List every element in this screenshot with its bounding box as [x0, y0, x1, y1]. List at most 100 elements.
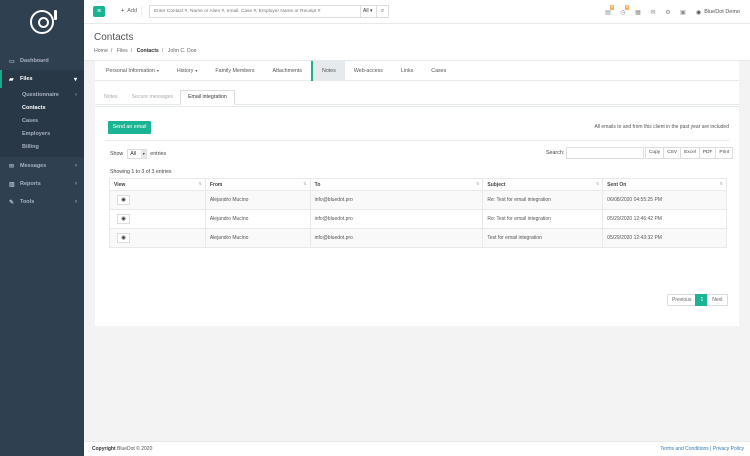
table-search-input[interactable] [566, 147, 644, 159]
terms-link[interactable]: Terms and Conditions [660, 446, 708, 452]
view-cell: ◉ [109, 209, 206, 229]
top-navbar: ≡ + Add Enter Contact #, Name or Alien #,… [84, 0, 750, 24]
envelope-icon: ✉ [9, 163, 15, 170]
tab-web-access[interactable]: Web-access [345, 61, 392, 81]
sent-cell: 05/29/2020 12:43:32 PM [602, 228, 727, 248]
tab-notes[interactable]: Notes [311, 61, 345, 81]
view-email-button[interactable]: ◉ [117, 214, 130, 224]
subtab-email-integration[interactable]: Email integration [180, 90, 235, 105]
reminders-button[interactable]: ◷ 0 [616, 4, 630, 16]
chevron-left-icon: ‹ [75, 91, 77, 98]
sidebar-item-cases[interactable]: Cases [0, 114, 84, 127]
view-email-button[interactable]: ◉ [117, 195, 130, 205]
sidebar-item-label: Tools [20, 199, 35, 205]
column-header-sent-on[interactable]: Sent On ⇅ [602, 178, 727, 191]
eye-icon: ◉ [121, 216, 126, 222]
tasks-button[interactable]: ▤ 6 [601, 4, 615, 16]
sidebar-item-reports[interactable]: ▥ Reports ‹ [0, 175, 84, 193]
subtab-secure-messages[interactable]: Secure messages [125, 90, 181, 105]
next-page-button[interactable]: Next [707, 294, 728, 306]
menu-toggle-button[interactable]: ≡ [93, 6, 105, 17]
tab-history[interactable]: History ▾ [168, 61, 207, 81]
sidebar-item-billing[interactable]: Billing [0, 140, 84, 153]
user-menu[interactable]: ◉ BlueDot Demo [696, 9, 740, 16]
csv-button[interactable]: CSV [663, 147, 682, 159]
tab-cases[interactable]: Cases [422, 61, 455, 81]
sidebar-item-tools[interactable]: ✎ Tools ‹ [0, 193, 84, 211]
view-cell: ◉ [109, 228, 206, 248]
pdf-button[interactable]: PDF [698, 147, 717, 159]
copy-button[interactable]: Copy [645, 147, 665, 159]
tab-personal-information[interactable]: Personal Information ▾ [95, 61, 168, 81]
hamburger-icon: ≡ [96, 8, 102, 15]
length-control: Show All ▾ entries [110, 148, 166, 159]
tab-family-members[interactable]: Family Members [206, 61, 263, 81]
subtab-notes[interactable]: Notes [97, 90, 125, 105]
caret-down-icon: ▾ [141, 149, 147, 158]
folder-button[interactable]: ▣ [676, 9, 690, 16]
previous-page-button[interactable]: Previous [667, 294, 697, 306]
reminders-badge: 0 [624, 4, 629, 10]
tasks-badge: 6 [609, 4, 614, 10]
breadcrumb-files[interactable]: Files [117, 48, 128, 54]
tab-label: Personal Information [106, 68, 155, 74]
table-header-row: View ⇅ From ⇅ To ⇅ Subject ⇅ Sent On ⇅ [109, 178, 727, 191]
view-email-button[interactable]: ◉ [117, 233, 130, 243]
mail-button[interactable]: ✉ [646, 9, 660, 16]
header-label: From [209, 181, 223, 188]
sidebar-item-questionnaire[interactable]: Questionnaire ‹ [0, 88, 84, 101]
from-cell: Alejandro Mucino [204, 190, 311, 210]
print-button[interactable]: Print [715, 147, 734, 159]
caret-down-icon: ▾ [369, 8, 373, 14]
search-button[interactable]: ⌕ [377, 5, 389, 18]
sidebar-item-employers[interactable]: Employers [0, 127, 84, 140]
gear-icon: ⚙ [665, 9, 671, 16]
show-label: Show [110, 150, 124, 157]
entries-select[interactable]: All ▾ [127, 148, 148, 159]
table-row: ◉ Alejandro Mucino info@bluedot.pro Re: … [109, 190, 727, 210]
breadcrumb-contacts[interactable]: Contacts [137, 48, 159, 54]
calendar-button[interactable]: ▦ [631, 9, 645, 16]
tab-links[interactable]: Links [392, 61, 422, 81]
bluedot-logo[interactable] [30, 10, 57, 34]
tab-label: History [176, 68, 194, 74]
send-email-button[interactable]: Send an email [108, 121, 151, 134]
notes-area: Notes Secure messages Email integration … [95, 90, 739, 326]
clock-icon: ◷ [620, 9, 626, 16]
clipboard-icon: ▤ [605, 9, 611, 16]
column-header-from[interactable]: From ⇅ [204, 178, 311, 191]
sort-icon: ⇅ [303, 181, 307, 186]
breadcrumb-home[interactable]: Home [94, 48, 108, 54]
sidebar-item-contacts[interactable]: Contacts [0, 101, 84, 114]
excel-button[interactable]: Excel [680, 147, 700, 159]
sidebar-item-label: Cases [22, 117, 39, 124]
sidebar-item-label: Files [20, 76, 33, 82]
contact-tabs: Personal Information ▾ History ▾ Family Me… [95, 61, 739, 81]
page-header: Contacts Home / Files / Contacts / John C. … [84, 24, 750, 61]
chevron-left-icon: ‹ [75, 181, 77, 187]
breadcrumb-current: John C. Doe [167, 48, 197, 54]
logo-area [0, 0, 84, 44]
global-search-input[interactable]: Enter Contact #, Name or Alien #, email,… [149, 5, 361, 18]
folder-icon: ▰ [9, 76, 14, 83]
add-button[interactable]: + Add [117, 6, 143, 17]
sidebar-item-dashboard[interactable]: ▭ Dashboard [0, 52, 84, 70]
copyright-label: Copyright [92, 446, 116, 452]
column-header-to[interactable]: To ⇅ [309, 178, 484, 191]
to-cell: info@bluedot.pro [309, 228, 484, 248]
sidebar-item-messages[interactable]: ✉ Messages ‹ [0, 157, 84, 175]
divider [105, 140, 729, 141]
bar-chart-icon: ▥ [9, 181, 15, 188]
view-cell: ◉ [109, 190, 206, 210]
settings-button[interactable]: ⚙ [661, 9, 675, 16]
sidebar-item-label: Messages [20, 163, 47, 169]
tab-attachments[interactable]: Attachments [264, 61, 311, 81]
search-scope-select[interactable]: All ▾ [361, 5, 377, 18]
sidebar-item-files[interactable]: ▰ Files ▾ [0, 70, 84, 88]
privacy-link[interactable]: Privacy Policy [713, 446, 744, 452]
column-header-view[interactable]: View ⇅ [109, 178, 206, 191]
header-label: To [314, 181, 321, 188]
sort-icon: ⇅ [198, 181, 202, 186]
column-header-subject[interactable]: Subject ⇅ [482, 178, 604, 191]
from-cell: Alejandro Mucino [204, 228, 311, 248]
